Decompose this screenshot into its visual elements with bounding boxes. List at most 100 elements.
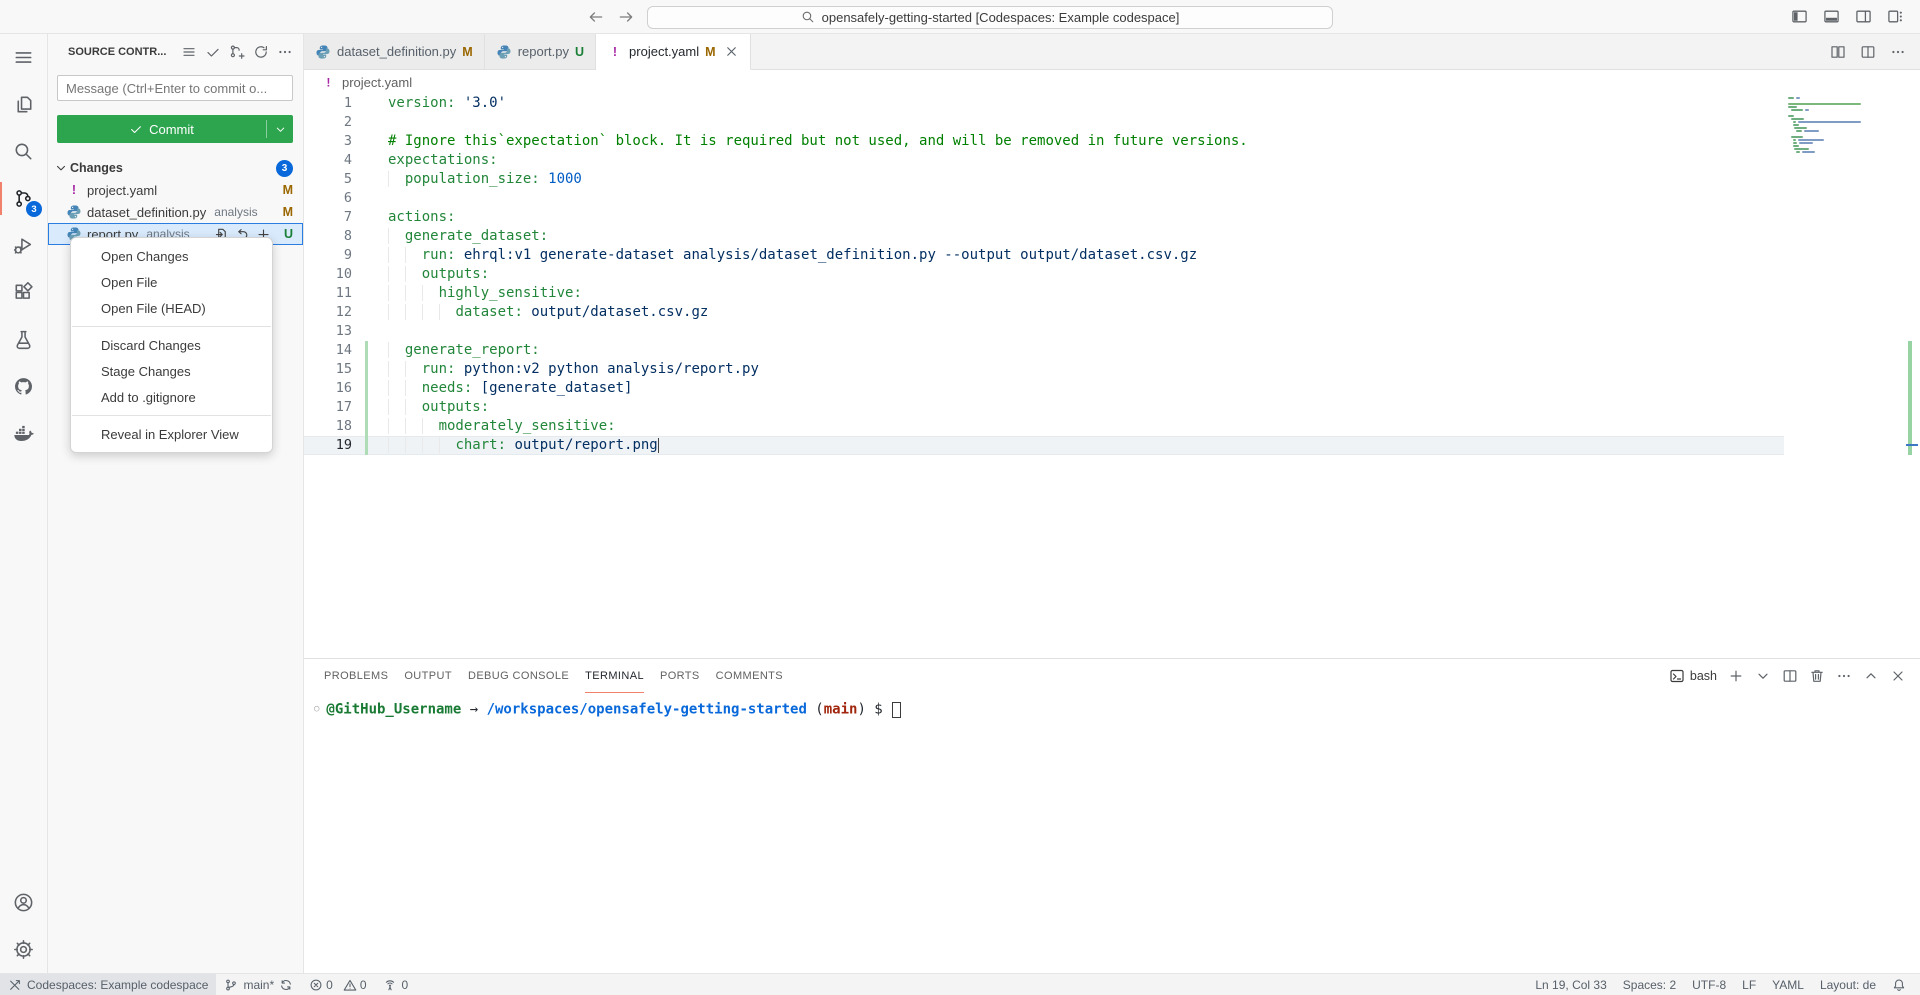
explorer-button[interactable] [0,81,47,128]
overview-cursor-mark [1906,444,1918,446]
toggle-panel-icon[interactable] [1823,8,1840,25]
menu-item-discard-changes[interactable]: Discard Changes [71,332,272,358]
shell-label: bash [1690,669,1717,683]
tab-project.yaml[interactable]: !project.yamlM [596,34,751,70]
customize-layout-icon[interactable] [1887,8,1904,25]
source-control-button[interactable]: 3 [0,175,47,222]
chevron-down-icon[interactable] [1755,668,1771,684]
commit-check-icon[interactable] [205,44,221,60]
menu-item-reveal-in-explorer-view[interactable]: Reveal in Explorer View [71,421,272,447]
menu-item-add-to-gitignore[interactable]: Add to .gitignore [71,384,272,410]
menu-item-open-file[interactable]: Open File [71,269,272,295]
terminal[interactable]: ○@GitHub_Username → /workspaces/opensafe… [304,693,1920,973]
docker-button[interactable] [0,410,47,457]
back-icon[interactable] [587,8,605,26]
view-as-list-icon[interactable] [181,44,197,60]
panel-tab-output[interactable]: OUTPUT [404,659,452,693]
more-actions-icon[interactable] [277,44,293,60]
code-line[interactable]: 3# Ignore this`expectation` block. It is… [304,132,1784,151]
trash-icon[interactable] [1809,668,1825,684]
close-icon[interactable] [1890,668,1906,684]
cursor-position[interactable]: Ln 19, Col 33 [1527,974,1614,995]
gutter [352,284,368,303]
indentation[interactable]: Spaces: 2 [1615,974,1684,995]
split-editor-icon[interactable] [1860,44,1876,60]
code-line[interactable]: 7actions: [304,208,1784,227]
keyboard-layout[interactable]: Layout: de [1812,974,1884,995]
panel-tab-terminal[interactable]: TERMINAL [585,659,644,693]
code-line[interactable]: 11 highly_sensitive: [304,284,1784,303]
search-button[interactable] [0,128,47,175]
run-debug-button[interactable] [0,222,47,269]
command-center-search[interactable]: opensafely-getting-started [Codespaces: … [647,6,1333,29]
code-line[interactable]: 9 run: ehrql:v1 generate-dataset analysi… [304,246,1784,265]
change-row-project.yaml[interactable]: !project.yamlM [48,179,303,201]
panel-tab-comments[interactable]: COMMENTS [716,659,783,693]
commit-message-input[interactable] [57,75,293,101]
menu-item-open-changes[interactable]: Open Changes [71,243,272,269]
branch-icon [224,978,238,992]
panel-tab-problems[interactable]: PROBLEMS [324,659,388,693]
minimap[interactable] [1788,97,1868,154]
code-text: needs: [generate_dataset] [368,379,632,398]
code-line[interactable]: 10 outputs: [304,265,1784,284]
changes-section-header[interactable]: Changes 3 [48,157,303,179]
code-line[interactable]: 12 dataset: output/dataset.csv.gz [304,303,1784,322]
menu-item-open-file-head[interactable]: Open File (HEAD) [71,295,272,321]
more-actions-icon[interactable] [1836,668,1852,684]
code-line[interactable]: 4expectations: [304,151,1784,170]
forward-icon[interactable] [617,8,635,26]
code-line[interactable]: 16 needs: [generate_dataset] [304,379,1784,398]
terminal-shell-item[interactable]: bash [1669,668,1717,684]
code-line[interactable]: 14 generate_report: [304,341,1784,360]
menu-item-stage-changes[interactable]: Stage Changes [71,358,272,384]
testing-button[interactable] [0,316,47,363]
code-line[interactable]: 17 outputs: [304,398,1784,417]
notifications-bell[interactable] [1884,974,1914,995]
change-row-dataset_definition.py[interactable]: dataset_definition.pyanalysisM [48,201,303,223]
ports-status[interactable]: 0 [375,974,417,995]
language-mode[interactable]: YAML [1764,974,1812,995]
split-editor-icon[interactable] [1782,668,1798,684]
commit-button[interactable]: Commit [57,115,293,143]
problems-status[interactable]: 00 [301,974,374,995]
code-editor[interactable]: 1version: '3.0'23# Ignore this`expectati… [304,94,1920,658]
branch-status[interactable]: main* [216,974,301,995]
remote-indicator[interactable]: Codespaces: Example codespace [0,974,216,995]
check-icon [129,122,143,136]
search-icon [13,141,34,162]
tab-dataset_definition.py[interactable]: dataset_definition.pyM [304,34,485,70]
chevron-up-icon[interactable] [1863,668,1879,684]
account-button[interactable] [0,879,47,926]
open-changes-icon[interactable] [1830,44,1846,60]
code-line[interactable]: 13 [304,322,1784,341]
github-button[interactable] [0,363,47,410]
panel-tab-ports[interactable]: PORTS [660,659,700,693]
toggle-primary-sidebar-icon[interactable] [1791,8,1808,25]
more-actions-icon[interactable] [1890,44,1906,60]
add-icon[interactable] [1728,668,1744,684]
tab-report.py[interactable]: report.pyU [485,34,596,70]
commit-dropdown-button[interactable] [267,115,293,143]
menu-button[interactable] [0,34,47,81]
extensions-button[interactable] [0,269,47,316]
code-line[interactable]: 18 moderately_sensitive: [304,417,1784,436]
code-line[interactable]: 6 [304,189,1784,208]
code-line[interactable]: 8 generate_dataset: [304,227,1784,246]
code-line[interactable]: 5 population_size: 1000 [304,170,1784,189]
breadcrumb[interactable]: ! project.yaml [304,70,1920,94]
create-branch-icon[interactable] [229,44,245,60]
code-line[interactable]: 2 [304,113,1784,132]
panel-tab-debug-console[interactable]: DEBUG CONSOLE [468,659,569,693]
close-icon[interactable] [724,44,739,59]
code-line[interactable]: 1version: '3.0' [304,94,1784,113]
code-line[interactable]: 15 run: python:v2 python analysis/report… [304,360,1784,379]
code-line[interactable]: 19 chart: output/report.png [304,436,1784,455]
gutter [352,436,368,455]
refresh-icon[interactable] [253,44,269,60]
tab-git-status: M [705,45,715,59]
eol-indicator[interactable]: LF [1734,974,1764,995]
encoding[interactable]: UTF-8 [1684,974,1734,995]
toggle-secondary-sidebar-icon[interactable] [1855,8,1872,25]
settings-button[interactable] [0,926,47,973]
